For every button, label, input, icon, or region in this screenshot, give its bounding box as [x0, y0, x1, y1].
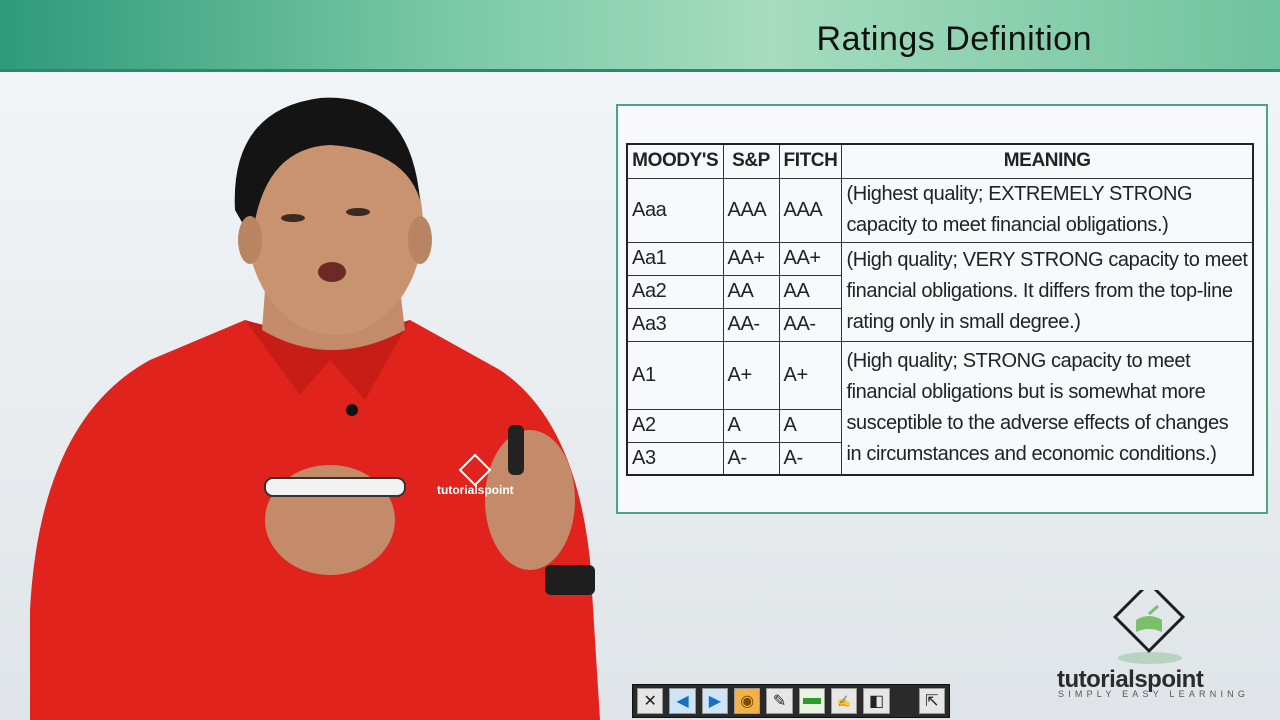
watch-icon: [545, 565, 595, 595]
cell-sp: A: [722, 408, 780, 443]
mouse-icon[interactable]: ◉: [734, 688, 761, 714]
cell-fitch: AAA: [778, 177, 843, 243]
cell-meaning: (High quality; STRONG capacity to meet f…: [841, 340, 1254, 476]
table-row: Aa1 AA+ AA+ (High quality; VERY STRONG c…: [626, 241, 1254, 342]
cell-fitch: AA+: [778, 241, 843, 276]
header-sp: S&P: [722, 143, 780, 179]
slide-title: Ratings Definition: [816, 20, 1092, 58]
ratings-table: MOODY'S S&P FITCH MEANING Aaa AAA AAA (H…: [626, 143, 1254, 476]
cell-sp: A-: [722, 441, 780, 476]
highlighter-icon[interactable]: [798, 688, 826, 714]
shirt-logo-text: tutorialspoint: [437, 483, 514, 497]
header-meaning: MEANING: [841, 143, 1254, 179]
ear-left: [238, 216, 262, 264]
mouth: [318, 262, 346, 282]
cell-moody: Aa1: [626, 241, 724, 276]
marker-icon: [264, 477, 406, 497]
eye-right: [346, 208, 370, 216]
cell-meaning: (Highest quality; EXTREMELY STRONG capac…: [841, 177, 1254, 243]
cell-fitch: AA: [778, 274, 843, 309]
cell-fitch: AA-: [778, 307, 843, 342]
table-row: Aaa AAA AAA (Highest quality; EXTREMELY …: [626, 177, 1254, 243]
cell-fitch: A: [778, 408, 843, 443]
ear-right: [408, 216, 432, 264]
header-fitch: FITCH: [778, 143, 843, 179]
cell-sp: AA-: [722, 307, 780, 342]
arrow-right-icon[interactable]: ▶: [701, 688, 729, 714]
eye-left: [281, 214, 305, 222]
header-moodys: MOODY'S: [626, 143, 724, 179]
pen-icon[interactable]: ✎: [766, 688, 793, 714]
shapes-icon[interactable]: ◧: [863, 688, 890, 714]
cell-sp: A+: [722, 340, 780, 410]
cell-moody: Aa3: [626, 307, 724, 342]
logo-tagline: SIMPLY EASY LEARNING: [1058, 689, 1250, 699]
table-row: A1 A+ A+ (High quality; STRONG capacity …: [626, 340, 1254, 476]
cell-sp: AAA: [722, 177, 780, 243]
cell-moody: A3: [626, 441, 724, 476]
marker-icon: [508, 425, 524, 475]
annotation-toolbar: ✕ ◀ ▶ ◉ ✎ ✍ ◧ ⇱: [632, 684, 950, 718]
text-icon[interactable]: ✍: [831, 688, 858, 714]
cell-moody: A2: [626, 408, 724, 443]
cell-fitch: A-: [778, 441, 843, 476]
exit-icon[interactable]: ⇱: [918, 688, 945, 714]
presenter: tutorialspoint: [30, 97, 600, 720]
cell-moody: Aaa: [626, 177, 724, 243]
hand-right: [485, 430, 575, 570]
cell-sp: AA: [722, 274, 780, 309]
cell-fitch: A+: [778, 340, 843, 410]
cell-moody: A1: [626, 340, 724, 410]
cell-moody: Aa2: [626, 274, 724, 309]
lapel-mic-icon: [346, 404, 358, 416]
close-icon[interactable]: ✕: [637, 688, 664, 714]
cell-sp: AA+: [722, 241, 780, 276]
cell-meaning: (High quality; VERY STRONG capacity to m…: [841, 241, 1254, 342]
table-header-row: MOODY'S S&P FITCH MEANING: [626, 143, 1254, 179]
arrow-left-icon[interactable]: ◀: [669, 688, 696, 714]
